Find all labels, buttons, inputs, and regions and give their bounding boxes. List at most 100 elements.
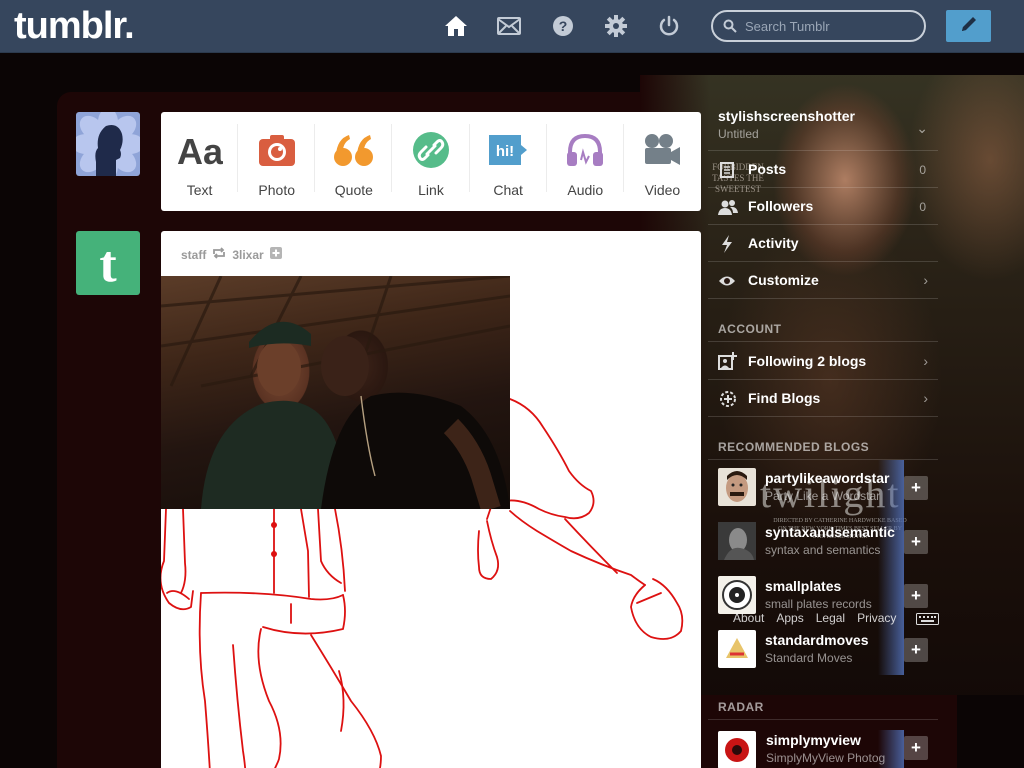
sidebar-footer-links: About Apps Legal Privacy: [733, 611, 896, 625]
recommended-blog-title: Party Like a Wordstar: [765, 489, 881, 503]
recommended-blog-name[interactable]: partylikeawordstar: [765, 470, 890, 486]
radar-blog-name[interactable]: simplymyview: [766, 732, 861, 748]
footer-link-apps[interactable]: Apps: [776, 611, 803, 625]
sidebar-item-following[interactable]: Following 2 blogs ›: [708, 343, 938, 380]
help-icon[interactable]: ?: [551, 14, 575, 38]
recommended-heading: RECOMMENDED BLOGS: [718, 440, 870, 454]
sidebar-item-activity[interactable]: Activity: [708, 225, 938, 262]
post-type-video[interactable]: Video: [624, 112, 701, 211]
post-type-label: Photo: [258, 182, 295, 198]
post-type-label: Audio: [567, 182, 604, 198]
sidebar-item-followers[interactable]: Followers 0: [708, 188, 938, 225]
text-icon: Aa: [177, 130, 223, 170]
home-icon[interactable]: [444, 14, 468, 38]
sidebar-item-label: Followers: [748, 198, 814, 214]
blog-name[interactable]: stylishscreenshotter: [718, 108, 855, 124]
post-type-label: Video: [644, 182, 681, 198]
sidebar-item-label: Activity: [748, 235, 799, 251]
compose-button[interactable]: [946, 10, 991, 42]
post-type-label: Chat: [493, 182, 523, 198]
camera-icon: [258, 130, 296, 170]
svg-text:t: t: [99, 239, 117, 287]
divider: [708, 459, 938, 460]
follow-button[interactable]: +: [904, 736, 928, 760]
top-navigation-bar: tumblr. ?: [0, 0, 1024, 53]
account-heading: ACCOUNT: [718, 322, 782, 336]
follow-button[interactable]: +: [904, 638, 928, 662]
tumblr-logo[interactable]: tumblr.: [14, 5, 135, 48]
radar-heading: RADAR: [718, 700, 764, 714]
gear-icon[interactable]: [604, 14, 628, 38]
svg-text:?: ?: [559, 18, 568, 34]
blog-thumbnail[interactable]: [718, 731, 756, 768]
chevron-right-icon: ›: [923, 272, 928, 288]
sidebar-item-label: Customize: [748, 272, 819, 288]
activity-icon: [721, 235, 733, 258]
link-icon: [412, 130, 450, 170]
blog-thumbnail[interactable]: [718, 576, 756, 614]
sidebar-item-label: Following 2 blogs: [748, 353, 867, 369]
blog-thumbnail[interactable]: [718, 522, 756, 560]
footer-link-privacy[interactable]: Privacy: [857, 611, 896, 625]
follow-button[interactable]: +: [904, 530, 928, 554]
search-box[interactable]: [711, 10, 926, 42]
search-input[interactable]: [745, 17, 915, 35]
sidebar-item-label: Find Blogs: [748, 390, 821, 406]
post-type-audio[interactable]: Audio: [547, 112, 624, 211]
footer-link-legal[interactable]: Legal: [816, 611, 845, 625]
footer-link-about[interactable]: About: [733, 611, 764, 625]
sidebar-item-label: Posts: [748, 161, 787, 177]
svg-text:Aa: Aa: [177, 132, 223, 168]
background-blue-stripe: [878, 460, 904, 675]
post-type-chat[interactable]: hi! Chat: [470, 112, 547, 211]
staff-avatar[interactable]: t: [76, 231, 140, 295]
find-blogs-icon: [718, 389, 738, 414]
recommended-blog-name[interactable]: syntaxandsemantic: [765, 524, 895, 540]
recommended-blog-title: syntax and semantics: [765, 543, 881, 557]
recommended-blog-title: small plates records: [765, 597, 872, 611]
pencil-icon: [959, 14, 979, 39]
sidebar-item-customize[interactable]: Customize ›: [708, 262, 938, 299]
recommended-blog-name[interactable]: standardmoves: [765, 632, 868, 648]
power-icon[interactable]: [657, 14, 681, 38]
quote-icon: [333, 130, 375, 170]
user-avatar[interactable]: [76, 112, 140, 176]
mail-icon[interactable]: [497, 14, 521, 38]
recommended-blog-title: Standard Moves: [765, 651, 853, 665]
chevron-down-icon[interactable]: ⌄: [916, 120, 928, 137]
post-type-label: Text: [186, 182, 213, 198]
eye-icon: [718, 274, 736, 292]
posts-count: 0: [919, 163, 926, 177]
chat-icon: hi!: [487, 130, 529, 170]
followers-icon: [718, 199, 738, 220]
blog-subtitle: Untitled: [718, 127, 759, 141]
recommended-blog-name[interactable]: smallplates: [765, 578, 841, 594]
chevron-right-icon: ›: [923, 353, 928, 369]
divider: [708, 719, 938, 720]
chevron-right-icon: ›: [923, 390, 928, 406]
post-type-selector: Aa Text Photo Quote Link hi! Chat Audio: [161, 112, 701, 211]
post-type-text[interactable]: Aa Text: [161, 112, 239, 211]
followers-count: 0: [919, 200, 926, 214]
post-type-quote[interactable]: Quote: [315, 112, 393, 211]
post-type-photo[interactable]: Photo: [238, 112, 316, 211]
radar-blog-title: SimplyMyView Photog: [766, 751, 886, 765]
keyboard-icon[interactable]: [916, 612, 939, 630]
blog-thumbnail[interactable]: [718, 630, 756, 668]
sidebar-item-posts[interactable]: Posts 0: [708, 151, 938, 188]
photo-scene: [161, 276, 510, 509]
blog-thumbnail[interactable]: [718, 468, 756, 506]
divider: [708, 341, 938, 342]
sidebar-item-find-blogs[interactable]: Find Blogs ›: [708, 380, 938, 417]
post-photo[interactable]: [161, 276, 510, 509]
search-icon: [723, 19, 737, 38]
post-type-link[interactable]: Link: [392, 112, 470, 211]
video-icon: [642, 130, 682, 170]
post-card: staff 3lixar: [161, 231, 701, 768]
post-type-label: Quote: [334, 182, 373, 198]
follow-button[interactable]: +: [904, 476, 928, 500]
headphones-icon: [565, 130, 605, 170]
following-icon: [718, 352, 738, 375]
posts-icon: [720, 162, 734, 183]
follow-button[interactable]: +: [904, 584, 928, 608]
